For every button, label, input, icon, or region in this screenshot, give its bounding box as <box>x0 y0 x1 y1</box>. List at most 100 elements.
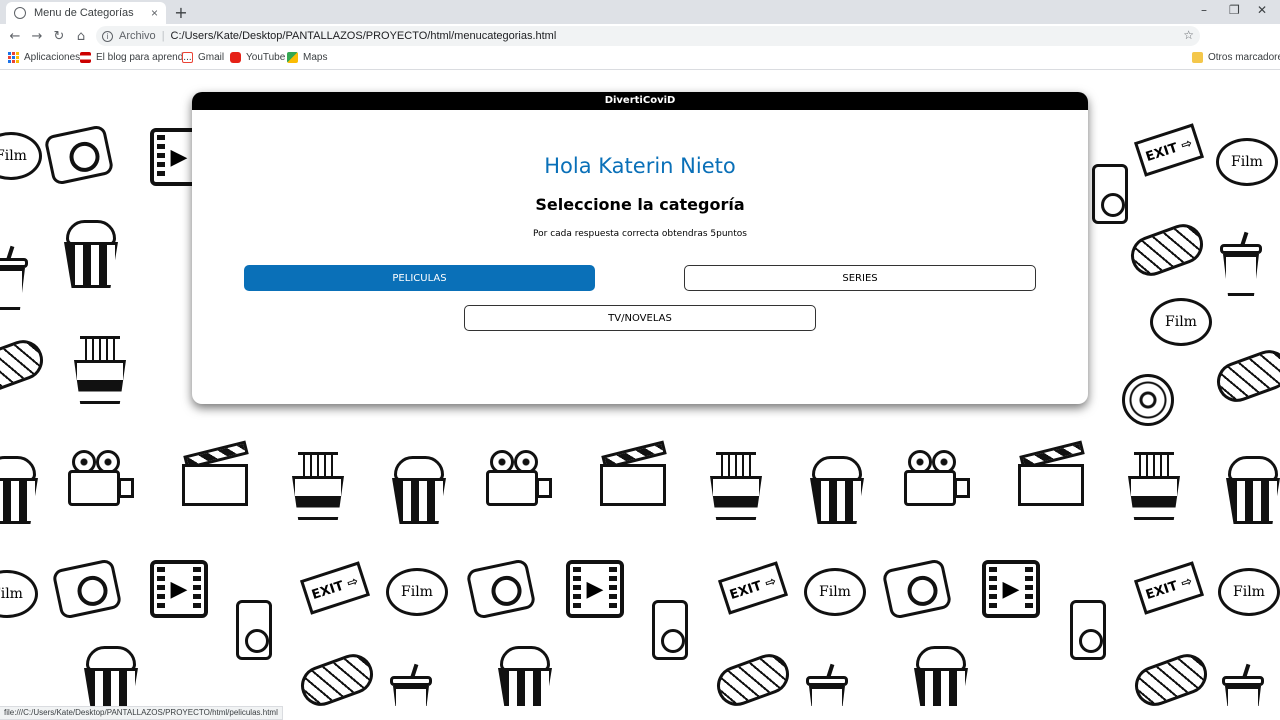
hotdog-icon <box>1125 218 1209 282</box>
category-modal: DivertiCoviD Hola Katerin Nieto Seleccio… <box>192 92 1088 404</box>
close-window-button[interactable]: ✕ <box>1257 3 1267 17</box>
film-bubble-icon: Film <box>1218 568 1280 616</box>
bookmark-gmail[interactable]: Gmail <box>182 52 224 63</box>
clapperboard-icon <box>180 440 250 508</box>
folder-icon <box>1192 52 1203 63</box>
hotdog-icon <box>1129 648 1213 706</box>
bookmark-label: YouTube <box>246 52 286 63</box>
exit-sign-icon: EXIT ⇨ <box>1133 561 1205 615</box>
info-icon[interactable]: i <box>102 30 113 42</box>
camera-icon <box>51 558 123 620</box>
film-bubble-icon: Film <box>1150 298 1212 346</box>
fries-icon <box>708 452 764 522</box>
drink-cup-icon <box>0 245 28 310</box>
forward-arrow-icon[interactable]: → <box>26 29 48 44</box>
bookmark-star-icon[interactable]: ☆ <box>1183 28 1194 42</box>
speaker-icon <box>236 600 272 660</box>
film-bubble-icon: Film <box>0 570 38 618</box>
reload-icon[interactable]: ↻ <box>48 29 70 44</box>
bookmark-label: El blog para aprend... <box>96 52 192 63</box>
flag-icon <box>80 52 91 63</box>
modal-header: DivertiCoviD <box>192 92 1088 110</box>
popcorn-icon <box>60 220 122 290</box>
speaker-icon <box>1070 600 1106 660</box>
bookmark-label: Otros marcadores <box>1208 52 1280 63</box>
film-bubble-icon: Film <box>386 568 448 616</box>
greeting-title: Hola Katerin Nieto <box>544 154 736 178</box>
camera-icon <box>881 558 953 620</box>
link-status-bar: file:///C:/Users/Kate/Desktop/PANTALLAZO… <box>0 706 283 720</box>
hotdog-icon <box>711 648 795 706</box>
youtube-icon <box>230 52 241 63</box>
back-arrow-icon[interactable]: ← <box>4 29 26 44</box>
film-icon: ▶ <box>982 560 1040 618</box>
film-bubble-icon: Film <box>0 132 42 180</box>
url-text[interactable]: C:/Users/Kate/Desktop/PANTALLAZOS/PROYEC… <box>171 30 557 42</box>
camera-icon <box>465 558 537 620</box>
bookmark-blog[interactable]: El blog para aprend... <box>80 52 192 63</box>
bookmark-maps[interactable]: Maps <box>287 52 327 63</box>
maximize-button[interactable]: ❐ <box>1229 3 1240 17</box>
select-category-title: Seleccione la categoría <box>535 195 745 214</box>
tv-novelas-button[interactable]: TV/NOVELAS <box>464 305 816 331</box>
clapperboard-icon <box>598 440 668 508</box>
omnibox-separator: | <box>161 30 165 42</box>
gmail-icon <box>182 52 193 63</box>
bookmark-youtube[interactable]: YouTube <box>230 52 285 63</box>
film-icon: ▶ <box>150 560 208 618</box>
peliculas-button[interactable]: PELICULAS <box>244 265 595 291</box>
bookmark-other[interactable]: Otros marcadores <box>1192 52 1280 63</box>
drink-cup-icon <box>1220 231 1262 296</box>
exit-sign-icon: EXIT ⇨ <box>717 561 789 615</box>
close-tab-icon[interactable]: × <box>151 6 158 20</box>
drink-cup-icon <box>1222 663 1264 706</box>
new-tab-button[interactable]: + <box>172 3 190 22</box>
bookmark-label: Maps <box>303 52 328 63</box>
fries-icon <box>290 452 346 522</box>
browser-toolbar: ← → ↻ ⌂ i Archivo | C:/Users/Kate/Deskto… <box>0 24 1280 67</box>
bookmark-apps[interactable]: Aplicaciones <box>8 52 80 63</box>
popcorn-icon <box>80 646 142 706</box>
projector-icon <box>904 450 970 510</box>
scheme-label: Archivo <box>119 30 156 42</box>
series-button[interactable]: SERIES <box>684 265 1036 291</box>
projector-icon <box>486 450 552 510</box>
fries-icon <box>1126 452 1182 522</box>
points-note: Por cada respuesta correcta obtendras 5p… <box>533 229 747 239</box>
minimize-button[interactable]: – <box>1201 3 1207 17</box>
home-icon[interactable]: ⌂ <box>70 29 92 44</box>
globe-icon <box>14 7 26 19</box>
exit-sign-icon: EXIT ⇨ <box>299 561 371 615</box>
hotdog-icon <box>295 648 379 706</box>
popcorn-icon <box>1222 456 1280 526</box>
popcorn-icon <box>806 456 868 526</box>
film-bubble-icon: Film <box>804 568 866 616</box>
film-icon: ▶ <box>566 560 624 618</box>
drink-cup-icon <box>390 663 432 706</box>
exit-sign-icon: EXIT ⇨ <box>1133 123 1205 177</box>
popcorn-icon <box>494 646 556 706</box>
fries-icon <box>72 336 128 406</box>
hotdog-icon <box>0 334 49 398</box>
film-bubble-icon: Film <box>1216 138 1278 186</box>
bookmark-label: Aplicaciones <box>24 52 81 63</box>
address-bar[interactable]: i Archivo | C:/Users/Kate/Desktop/PANTAL… <box>96 26 1200 46</box>
disc-icon <box>1122 374 1174 426</box>
speaker-icon <box>1092 164 1128 224</box>
tab-title: Menu de Categorías <box>34 7 134 19</box>
speaker-icon <box>652 600 688 660</box>
projector-icon <box>68 450 134 510</box>
bookmark-label: Gmail <box>198 52 225 63</box>
tab-strip: Menu de Categorías × + – ❐ ✕ <box>0 0 1280 24</box>
popcorn-icon <box>910 646 972 706</box>
popcorn-icon <box>388 456 450 526</box>
popcorn-icon <box>0 456 42 526</box>
drink-cup-icon <box>806 663 848 706</box>
hotdog-icon <box>1211 344 1280 408</box>
bookmarks-bar: Aplicaciones El blog para aprend... Gmai… <box>0 48 1280 70</box>
maps-icon <box>287 52 298 63</box>
clapperboard-icon <box>1016 440 1086 508</box>
apps-grid-icon <box>8 52 19 63</box>
browser-tab[interactable]: Menu de Categorías × <box>6 2 166 24</box>
camera-icon <box>43 124 115 186</box>
